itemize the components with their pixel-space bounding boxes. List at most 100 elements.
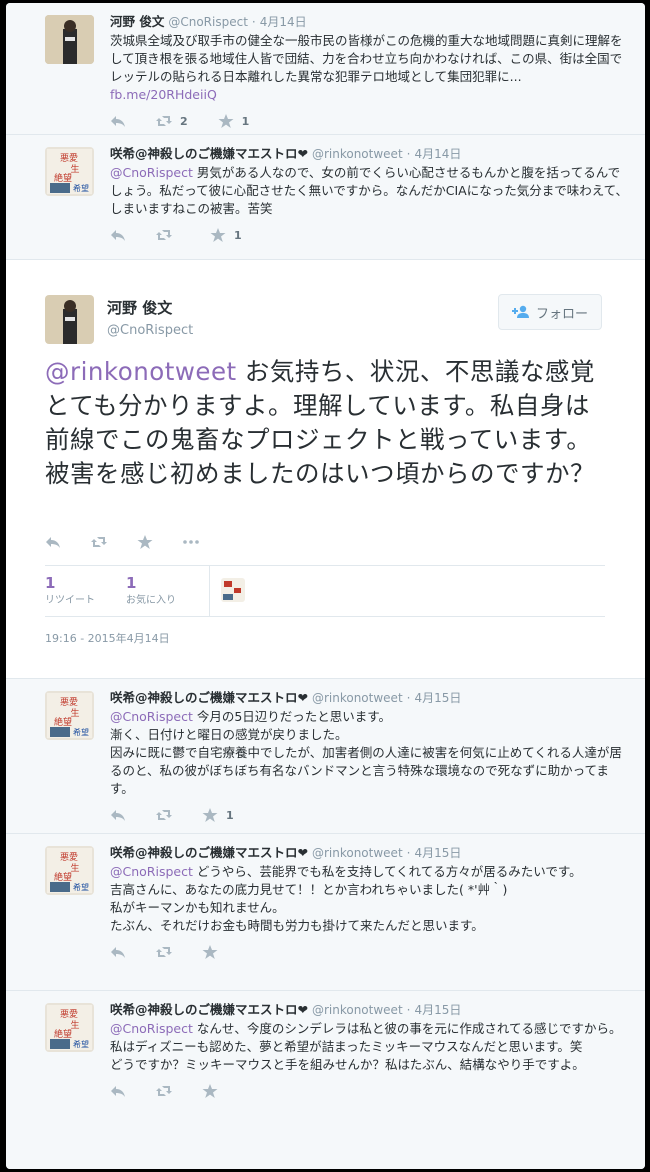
mention-link[interactable]: @rinkonotweet (45, 357, 237, 386)
retweet-button[interactable] (91, 535, 107, 549)
avatar-text: 悪愛 (60, 851, 78, 863)
tweet-actions: 1 (110, 804, 631, 826)
reply-icon (111, 1086, 125, 1097)
user-handle[interactable]: @rinkonotweet (312, 691, 403, 705)
tweet-date[interactable]: 4月14日 (260, 15, 307, 29)
retweet-icon (156, 1086, 172, 1096)
retweet-button[interactable] (156, 945, 172, 959)
user-handle[interactable]: @rinkonotweet (312, 1003, 403, 1017)
avatar-text: 希望 (73, 183, 89, 193)
follow-label: フォロー (535, 306, 588, 322)
avatar[interactable]: 悪愛生絶望 希望 (45, 1003, 94, 1052)
retweet-button[interactable]: 2 (156, 114, 188, 128)
divider (209, 566, 210, 616)
like-icon (218, 114, 234, 128)
reply-button[interactable] (110, 114, 126, 128)
user-name[interactable]: 咲希@神殺しのご機嫌マエストロ❤ (110, 1002, 308, 1017)
follow-button[interactable]: フォロー (498, 294, 602, 330)
retweet-button[interactable] (156, 808, 172, 822)
reply-button[interactable] (110, 228, 126, 242)
retweet-icon (156, 230, 172, 240)
tweet-link[interactable]: fb.me/20RHdeiiQ (110, 87, 217, 102)
reply-button[interactable] (110, 945, 126, 959)
like-stat[interactable]: 1 お気に入り (126, 574, 176, 608)
reply-tweet[interactable]: 悪愛生絶望 希望 咲希@神殺しのご機嫌マエストロ❤ @rinkonotweet ·… (6, 991, 645, 1169)
like-icon (202, 808, 218, 822)
tweet-line: どうですか？ミッキーマウスと手を組みせんか？私はたぶん、結構なやり手ですよ。 (110, 1057, 585, 1072)
more-button[interactable] (183, 535, 199, 549)
tweet-body: 茨城県全域及び取手市の健全な一般市民の皆様がこの危機的重大な地域問題に真剣に理解… (110, 33, 623, 84)
like-button[interactable] (202, 945, 226, 959)
reply-button[interactable] (45, 535, 61, 549)
tweet-header: 咲希@神殺しのご機嫌マエストロ❤ @rinkonotweet · 4月14日 (110, 146, 462, 161)
avatar-text: 絶望 (54, 716, 72, 728)
retweet-stat[interactable]: 1 リツイート (45, 574, 95, 608)
liker-avatar[interactable] (221, 578, 245, 602)
tweet-text: @CnoRispect 今月の5日辺りだったと思います。 漸く、日付けと曜日の感… (110, 708, 631, 798)
mention-link[interactable]: @CnoRispect (110, 709, 193, 724)
like-button[interactable] (137, 535, 153, 549)
like-icon (202, 945, 218, 959)
parent-tweet[interactable]: 河野 俊文 @CnoRispect · 4月14日 茨城県全域及び取手市の健全な… (6, 3, 645, 135)
tweet-date[interactable]: 4月15日 (414, 1003, 461, 1017)
user-name[interactable]: 咲希@神殺しのご機嫌マエストロ❤ (110, 146, 308, 161)
avatar-text: 希望 (73, 727, 89, 737)
mention-link[interactable]: @CnoRispect (110, 165, 193, 180)
parent-tweet[interactable]: 悪愛生絶望 希望 咲希@神殺しのご機嫌マエストロ❤ @rinkonotweet ·… (6, 135, 645, 260)
tweet-line: どうやら、芸能界でも私を支持してくれてる方々が居るみたいです。 (192, 864, 582, 879)
tweet-timestamp[interactable]: 19:16 - 2015年4月14日 (45, 630, 170, 646)
tweet-line: 今月の5日辺りだったと思います。 (192, 709, 392, 724)
reply-tweet[interactable]: 悪愛生絶望 希望 咲希@神殺しのご機嫌マエストロ❤ @rinkonotweet ·… (6, 679, 645, 834)
like-button[interactable]: 1 (210, 228, 242, 242)
like-count: 1 (126, 574, 137, 592)
user-name[interactable]: 河野 俊文 (110, 14, 164, 29)
like-button[interactable]: 1 (202, 808, 234, 822)
retweet-button[interactable] (156, 1084, 172, 1098)
like-button[interactable]: 1 (218, 114, 249, 128)
tweet-date[interactable]: 4月14日 (414, 147, 461, 161)
tweet-line: たぶん、それだけお金も時間も労力も掛けて来たんだと思います。 (110, 918, 484, 933)
mention-link[interactable]: @CnoRispect (110, 864, 193, 879)
avatar[interactable]: 悪愛生絶望 希望 (45, 846, 94, 895)
reply-button[interactable] (110, 1084, 126, 1098)
user-name[interactable]: 河野 俊文 (107, 298, 193, 318)
avatar[interactable] (45, 295, 94, 344)
tweet-text: @CnoRispect どうやら、芸能界でも私を支持してくれてる方々が居るみたい… (110, 863, 631, 935)
avatar[interactable] (45, 15, 94, 64)
like-count: 1 (226, 808, 234, 822)
avatar[interactable]: 悪愛生絶望 希望 (45, 691, 94, 740)
retweet-count: 2 (180, 114, 188, 128)
tweet-actions (110, 1080, 631, 1102)
tweet-date[interactable]: 4月15日 (414, 846, 461, 860)
tweet-text: 茨城県全域及び取手市の健全な一般市民の皆様がこの危機的重大な地域問題に真剣に理解… (110, 32, 631, 104)
like-icon (202, 1084, 218, 1098)
avatar[interactable]: 悪愛生絶望 希望 (45, 147, 94, 196)
user-handle[interactable]: @CnoRispect (168, 15, 248, 29)
reply-icon (111, 810, 125, 821)
tweet-line: 私がキーマンかも知れません。 (110, 900, 285, 915)
user-name[interactable]: 咲希@神殺しのご機嫌マエストロ❤ (110, 690, 308, 705)
tweet-permalink-window: 河野 俊文 @CnoRispect · 4月14日 茨城県全域及び取手市の健全な… (6, 3, 645, 1169)
like-button[interactable] (202, 1084, 226, 1098)
retweet-button[interactable] (156, 228, 180, 242)
replies-list: 悪愛生絶望 希望 咲希@神殺しのご機嫌マエストロ❤ @rinkonotweet ·… (6, 679, 645, 1169)
user-handle[interactable]: @rinkonotweet (312, 147, 403, 161)
tweet-actions (45, 535, 229, 549)
tweet-line: 漸く、日付けと曜日の感覚が戻りました。 (110, 727, 348, 742)
mention-link[interactable]: @CnoRispect (110, 1021, 193, 1036)
user-handle[interactable]: @rinkonotweet (312, 846, 403, 860)
retweet-count: 1 (45, 574, 56, 592)
tweet-line: なんせ、今度のシンデレラは私と彼の事を元に作成されてる感じですから。 (192, 1021, 622, 1036)
retweet-icon (156, 116, 172, 126)
tweet-line: 吉高さんに、あなたの底力見せて！！とか言われちゃいました( *'艸｀) (110, 882, 508, 897)
user-name[interactable]: 咲希@神殺しのご機嫌マエストロ❤ (110, 845, 308, 860)
reply-button[interactable] (110, 808, 126, 822)
tweet-header: 河野 俊文 @CnoRispect · 4月14日 (110, 14, 307, 29)
tweet-date[interactable]: 4月15日 (414, 691, 461, 705)
reply-icon (111, 947, 125, 958)
user-handle[interactable]: @CnoRispect (107, 322, 193, 340)
tweet-header: 咲希@神殺しのご機嫌マエストロ❤ @rinkonotweet · 4月15日 (110, 1002, 462, 1017)
reply-icon (111, 230, 125, 241)
avatar-text: 悪愛 (60, 1008, 78, 1020)
reply-tweet[interactable]: 悪愛生絶望 希望 咲希@神殺しのご機嫌マエストロ❤ @rinkonotweet ·… (6, 834, 645, 991)
